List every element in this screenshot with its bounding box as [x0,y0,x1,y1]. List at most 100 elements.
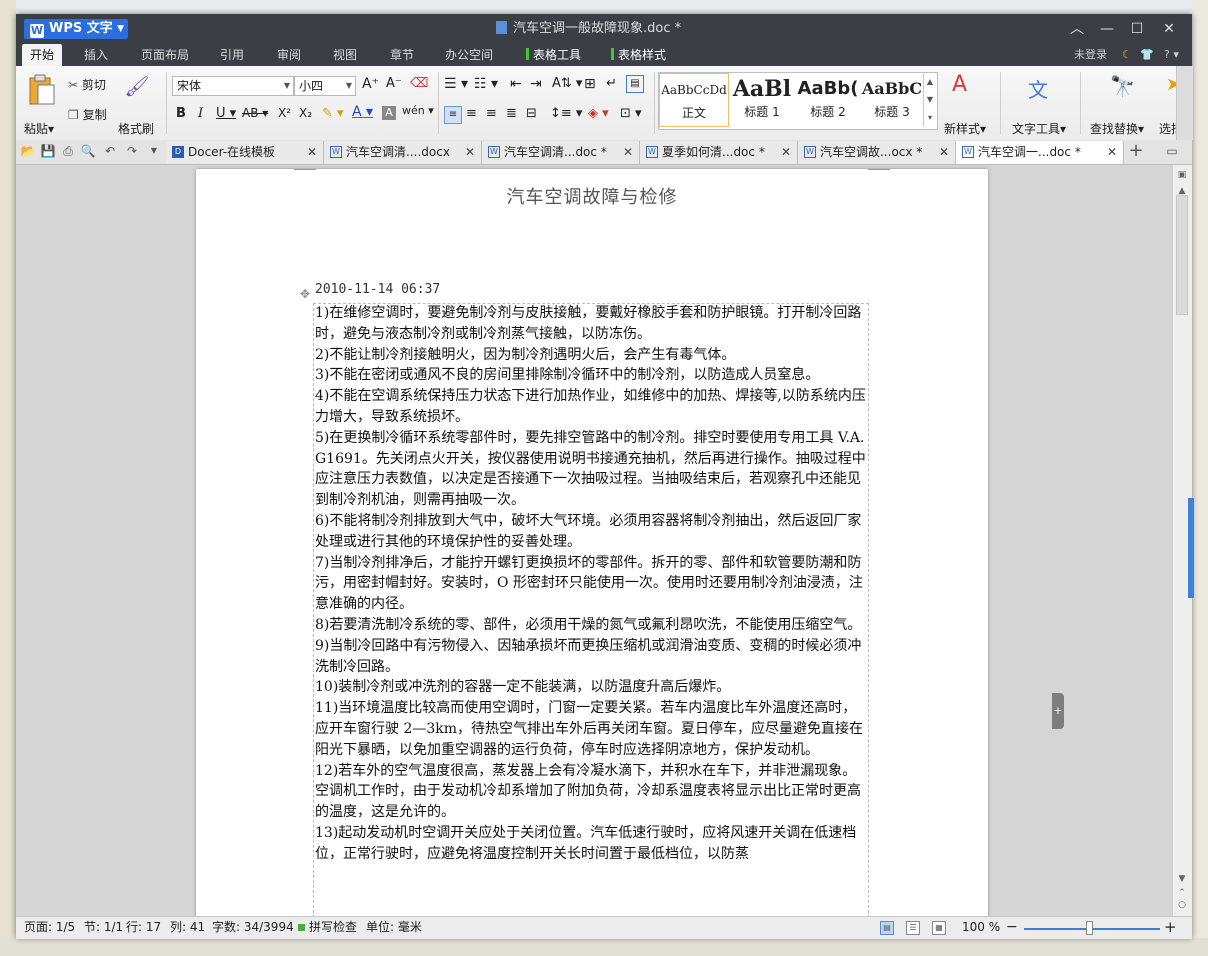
zoom-slider-knob[interactable] [1086,921,1093,935]
tab-list-icon[interactable]: ▭ [1164,143,1180,159]
new-style-button[interactable]: 新样式▾ [944,120,986,137]
skin-icon[interactable]: ☾ [1122,44,1132,66]
table-move-handle-icon[interactable]: ✥ [300,287,314,301]
italic-icon[interactable]: I [198,106,203,121]
close-tab-icon[interactable]: ✕ [1107,141,1117,163]
collapse-ribbon-button[interactable]: ︿ [1062,14,1092,44]
paragraph-layout-icon[interactable]: ▤ [626,75,644,93]
bullet-list-icon[interactable]: ☰ ▾ [444,76,468,92]
style-heading-1[interactable]: AaBl 标题 1 [729,73,795,127]
tab-table-style[interactable]: 表格样式 [603,44,674,66]
web-view-icon[interactable]: ▦ [932,921,946,935]
align-left-icon[interactable]: ≡ [444,106,462,124]
browse-object-icon[interactable]: ○ [1176,899,1188,911]
prev-page-icon[interactable]: ⌃ [1176,887,1188,899]
close-button[interactable]: ✕ [1154,14,1184,44]
minimize-button[interactable]: — [1092,14,1122,44]
scroll-down-icon[interactable]: ▼ [1176,873,1188,885]
zoom-out-icon[interactable]: − [1006,917,1018,939]
grow-font-icon[interactable]: A⁺ [362,76,379,92]
print-icon[interactable]: ⎙ [60,143,76,159]
status-unit[interactable]: 单位: 毫米 [366,917,422,939]
text-tools-icon[interactable]: 文 [1028,74,1048,103]
font-color-icon[interactable]: A ▾ [352,104,373,120]
highlight-icon[interactable]: ✎ ▾ [322,106,344,121]
style-heading-3[interactable]: AaBbC 标题 3 [861,73,923,127]
login-link[interactable]: 未登录 [1074,44,1107,66]
close-tab-icon[interactable]: ✕ [307,141,317,163]
status-word-count[interactable]: 字数: 34/3994 [212,917,294,939]
line-spacing-icon[interactable]: ↕≡ ▾ [550,106,582,121]
shading-fill-icon[interactable]: ◈ ▾ [588,106,609,121]
subscript-icon[interactable]: X₂ [299,106,312,120]
undo-icon[interactable]: ↶ [102,143,118,159]
paste-button[interactable]: 粘贴▾ [24,120,54,137]
tab-docer[interactable]: D Docer-在线模板 ✕ [166,141,324,164]
char-shading-icon[interactable]: A [382,106,396,120]
shrink-font-icon[interactable]: A⁻ [386,76,402,91]
ruler-toggle-icon[interactable]: ▣ [1176,169,1188,181]
justify-icon[interactable]: ≣ [506,106,517,121]
tab-home[interactable]: 开始 [22,44,63,66]
help-button[interactable]: ? ▾ [1164,44,1179,66]
style-normal[interactable]: AaBbCcDd 正文 [659,73,729,127]
distributed-align-icon[interactable]: ⊟ [526,106,537,121]
status-page[interactable]: 页面: 1/5 [24,917,75,939]
close-tab-icon[interactable]: ✕ [465,141,475,163]
close-tab-icon[interactable]: ✕ [623,141,633,163]
align-center-icon[interactable]: ≡ [466,106,477,121]
cut-button[interactable]: ✂ 剪切 [68,76,106,93]
strikethrough-icon[interactable]: AB ▾ [242,106,268,120]
font-size-select[interactable]: 小四 ▼ [294,76,356,96]
tab-document-3[interactable]: W 汽车空调清...doc * ✕ [482,141,640,164]
tab-table-tools[interactable]: 表格工具 [518,44,589,66]
shirt-icon[interactable]: 👕 [1140,44,1154,66]
tab-document-2[interactable]: W 汽车空调清....docx ✕ [324,141,482,164]
save-icon[interactable]: 💾 [40,143,56,159]
ribbon-scroll[interactable] [1176,66,1193,140]
tab-references[interactable]: 引用 [212,44,252,66]
find-replace-button[interactable]: 查找替换▾ [1090,120,1144,137]
clear-format-icon[interactable]: ⌫ [410,76,428,91]
document-body[interactable]: 1)在维修空调时，要避免制冷剂与皮肤接触，要戴好橡胶手套和防护眼镜。打开制冷回路… [315,303,869,865]
tab-insert[interactable]: 插入 [76,44,116,66]
decrease-indent-icon[interactable]: ⇤ [510,76,522,92]
add-column-button[interactable]: + [1052,693,1064,729]
styles-scroll[interactable]: ▲ ▼ ▾ [923,73,936,127]
show-marks-icon[interactable]: ↵ [606,76,617,91]
tab-chapter[interactable]: 章节 [382,44,422,66]
underline-icon[interactable]: U ▾ [216,106,236,121]
align-right-icon[interactable]: ≡ [486,106,497,121]
table-grid-icon[interactable]: ⊞ [584,76,596,92]
style-heading-2[interactable]: AaBb( 标题 2 [795,73,861,127]
maximize-button[interactable]: ☐ [1122,14,1152,44]
binoculars-icon[interactable]: 🔭 [1110,74,1135,98]
paste-icon[interactable] [24,74,58,108]
tab-office-space[interactable]: 办公空间 [437,44,501,66]
font-name-select[interactable]: 宋体 ▼ [172,76,294,96]
bold-icon[interactable]: B [176,106,186,121]
zoom-level[interactable]: 100 % [962,917,1000,939]
close-tab-icon[interactable]: ✕ [939,141,949,163]
redo-icon[interactable]: ↷ [124,143,140,159]
format-painter-icon[interactable]: 🖌 [124,74,150,102]
numbered-list-icon[interactable]: ☷ ▾ [474,76,498,92]
superscript-icon[interactable]: X² [278,106,291,120]
quick-access-dropdown[interactable]: ▼ [146,143,162,159]
side-panel-toggle[interactable] [1188,498,1194,598]
app-menu-button[interactable]: W WPS 文字 ▼ [24,19,128,39]
copy-button[interactable]: ❐ 复制 [68,106,107,123]
outline-view-icon[interactable]: ☰ [906,921,920,935]
spell-check-toggle[interactable]: 拼写检查 [298,917,357,939]
open-folder-icon[interactable]: 📂 [20,143,36,159]
phonetic-guide-icon[interactable]: wén ▾ [402,104,434,117]
document-page[interactable]: 汽车空调故障与检修 2010-11-14 06:37 ✥ 1)在维修空调时，要避… [196,169,1064,916]
tab-review[interactable]: 审阅 [269,44,309,66]
document-canvas[interactable]: 汽车空调故障与检修 2010-11-14 06:37 ✥ 1)在维修空调时，要避… [16,165,1172,916]
borders-icon[interactable]: ⊡ ▾ [620,106,642,121]
page-view-icon[interactable]: ▤ [880,921,894,935]
new-tab-plus-icon[interactable]: + [1128,142,1144,160]
format-painter-button[interactable]: 格式刷 [118,120,154,137]
tab-document-4[interactable]: W 夏季如何清...doc * ✕ [640,141,798,164]
text-direction-icon[interactable]: A⇅ ▾ [552,76,582,91]
